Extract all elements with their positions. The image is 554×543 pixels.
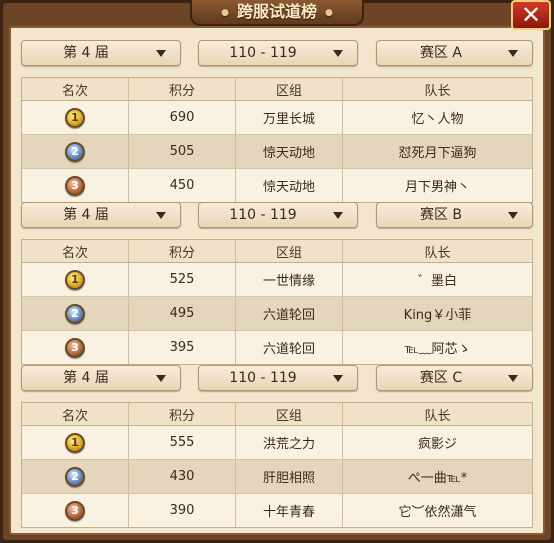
silver-medal-icon: 2: [65, 466, 85, 487]
table-row: 3 395 六道轮回 ℡﹏阿芯ゝ: [22, 331, 532, 364]
session-dropdown-a[interactable]: 第 4 届: [21, 40, 181, 66]
close-icon: ✕: [520, 1, 542, 29]
score-cell: 555: [129, 426, 236, 459]
zone-dropdown-a[interactable]: 赛区 A: [376, 40, 533, 66]
captain-cell: 月下男神丶: [404, 180, 470, 195]
header-captain: 队长: [424, 245, 451, 261]
group-cell: 惊天动地: [236, 135, 343, 168]
header-score: 积分: [129, 78, 236, 100]
captain-cell: ゛墨白: [417, 274, 457, 289]
ranking-table-b: 名次 积分 区组 队长 1 525 一世情缘 ゛墨白 2 495 六道轮回 Ki…: [21, 239, 533, 365]
header-rank: 名次: [22, 78, 129, 100]
silver-medal-icon: 2: [65, 303, 85, 324]
table-row: 3 450 惊天动地 月下男神丶: [22, 169, 532, 202]
window-title: ● 跨服试道榜 ●: [190, 0, 364, 26]
captain-cell: 它︶依然瀟气: [398, 505, 477, 520]
table-header: 名次 积分 区组 队长: [22, 78, 532, 101]
group-cell: 一世情缘: [236, 263, 343, 296]
captain-cell: 疯影ジ: [417, 437, 457, 452]
ranking-table-a: 名次 积分 区组 队长 1 690 万里长城 忆丶人物 2 505 惊天动地 怼…: [21, 77, 533, 203]
group-cell: 惊天动地: [236, 169, 343, 202]
table-row: 2 430 肝胆相照 ぺ一曲℡*: [22, 460, 532, 494]
group-cell: 万里长城: [236, 101, 343, 134]
zone-dropdown-c[interactable]: 赛区 C: [376, 365, 533, 391]
captain-cell: 怼死月下逼狗: [398, 146, 477, 161]
table-row: 1 525 一世情缘 ゛墨白: [22, 263, 532, 297]
bronze-medal-icon: 3: [65, 337, 85, 358]
score-cell: 395: [129, 331, 236, 364]
chevron-down-icon: [156, 50, 166, 57]
chevron-down-icon: [333, 212, 343, 219]
title-ornament-left: ●: [221, 7, 229, 18]
session-dropdown-b[interactable]: 第 4 届: [21, 202, 181, 228]
zone-dropdown-b[interactable]: 赛区 B: [376, 202, 533, 228]
title-text: 跨服试道榜: [236, 2, 317, 21]
score-cell: 495: [129, 297, 236, 330]
header-captain: 队长: [424, 83, 451, 99]
header-group: 区组: [236, 240, 343, 262]
table-row: 2 495 六道轮回 King￥小菲: [22, 297, 532, 331]
header-rank: 名次: [22, 240, 129, 262]
score-cell: 505: [129, 135, 236, 168]
group-cell: 肝胆相照: [236, 460, 343, 493]
score-cell: 690: [129, 101, 236, 134]
captain-cell: 忆丶人物: [411, 112, 464, 127]
table-header: 名次 积分 区组 队长: [22, 403, 532, 426]
chevron-down-icon: [508, 50, 518, 57]
header-rank: 名次: [22, 403, 129, 425]
header-group: 区组: [236, 78, 343, 100]
score-cell: 430: [129, 460, 236, 493]
gold-medal-icon: 1: [65, 432, 85, 453]
chevron-down-icon: [508, 375, 518, 382]
bronze-medal-icon: 3: [65, 175, 85, 196]
score-cell: 525: [129, 263, 236, 296]
header-score: 积分: [129, 403, 236, 425]
header-captain: 队长: [424, 408, 451, 424]
session-dropdown-c[interactable]: 第 4 届: [21, 365, 181, 391]
chevron-down-icon: [333, 375, 343, 382]
captain-cell: ℡﹏阿芯ゝ: [404, 342, 471, 357]
silver-medal-icon: 2: [65, 141, 85, 162]
title-ornament-right: ●: [325, 7, 333, 18]
gold-medal-icon: 1: [65, 269, 85, 290]
table-row: 1 555 洪荒之力 疯影ジ: [22, 426, 532, 460]
score-cell: 390: [129, 494, 236, 527]
group-cell: 十年青春: [236, 494, 343, 527]
group-cell: 六道轮回: [236, 331, 343, 364]
level-dropdown-b[interactable]: 110 - 119: [198, 202, 358, 228]
header-group: 区组: [236, 403, 343, 425]
table-row: 3 390 十年青春 它︶依然瀟气: [22, 494, 532, 527]
group-cell: 六道轮回: [236, 297, 343, 330]
chevron-down-icon: [508, 212, 518, 219]
score-cell: 450: [129, 169, 236, 202]
table-row: 2 505 惊天动地 怼死月下逼狗: [22, 135, 532, 169]
chevron-down-icon: [333, 50, 343, 57]
bronze-medal-icon: 3: [65, 500, 85, 521]
header-score: 积分: [129, 240, 236, 262]
ranking-table-c: 名次 积分 区组 队长 1 555 洪荒之力 疯影ジ 2 430 肝胆相照 ぺ一…: [21, 402, 533, 528]
captain-cell: King￥小菲: [403, 308, 472, 323]
captain-cell: ぺ一曲℡*: [407, 471, 468, 486]
level-dropdown-c[interactable]: 110 - 119: [198, 365, 358, 391]
table-row: 1 690 万里长城 忆丶人物: [22, 101, 532, 135]
table-header: 名次 积分 区组 队长: [22, 240, 532, 263]
close-button[interactable]: ✕: [511, 0, 551, 30]
level-dropdown-a[interactable]: 110 - 119: [198, 40, 358, 66]
gold-medal-icon: 1: [65, 107, 85, 128]
chevron-down-icon: [156, 212, 166, 219]
chevron-down-icon: [156, 375, 166, 382]
group-cell: 洪荒之力: [236, 426, 343, 459]
